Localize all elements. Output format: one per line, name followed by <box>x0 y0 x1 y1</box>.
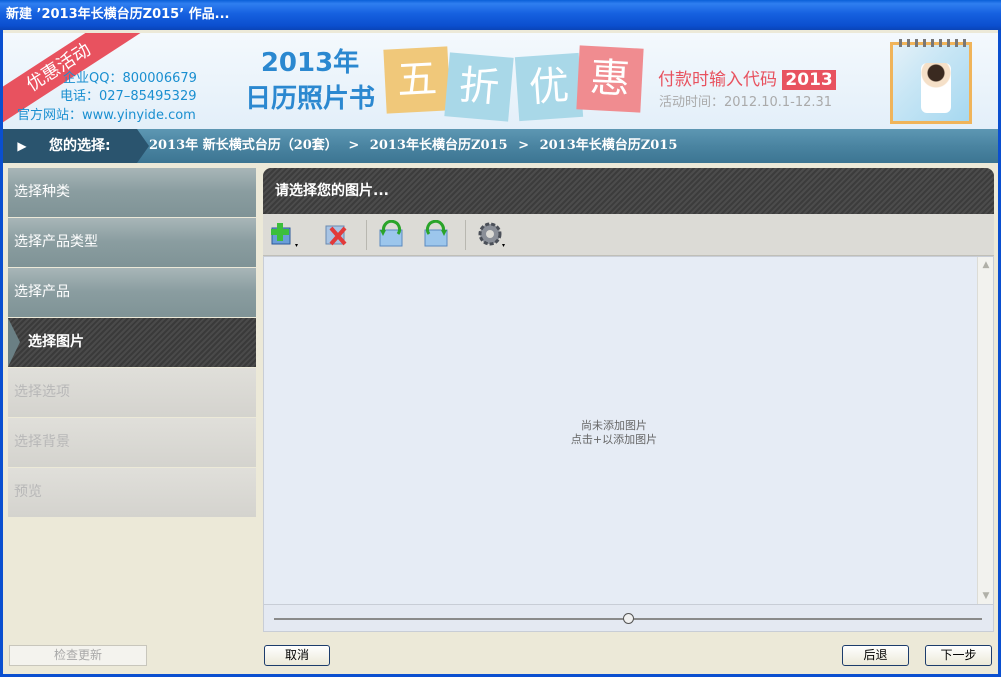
image-drop-area[interactable]: 尚未添加图片 点击+以添加图片 ▲ ▼ <box>263 256 994 605</box>
calendar-photo <box>921 63 951 113</box>
rotate-left-icon[interactable] <box>375 219 407 250</box>
promo-period: 活动时间：2012.10.1-12.31 <box>659 95 833 110</box>
step-preview: 预览 <box>8 468 256 517</box>
promo-code-label: 付款时输入代码 <box>658 70 777 90</box>
zoom-handle[interactable] <box>623 613 634 624</box>
scroll-up-icon[interactable]: ▲ <box>979 258 993 272</box>
window-title: 新建 ’2013年长横台历Z015’ 作品... <box>0 0 1001 30</box>
calendar-rings <box>899 39 969 47</box>
contact-phone: 电话：027–85495329 <box>60 89 197 104</box>
calendar-thumbnail <box>890 39 972 124</box>
breadcrumb-label: 您的选择: <box>41 129 149 163</box>
cancel-button[interactable]: 取消 <box>264 645 330 666</box>
breadcrumb-path: 2013年 新长横式台历（20套） > 2013年长横台历Z015 > 2013… <box>149 129 683 163</box>
image-panel: 请选择您的图片... 尚未添加图片 点击+以添加图片 ▲ ▼ <box>263 168 994 632</box>
promo-char-3: 优 <box>514 52 584 122</box>
image-toolbar <box>263 214 994 256</box>
step-select-options: 选择选项 <box>8 368 256 417</box>
step-list: 选择种类 选择产品类型 选择产品 选择图片 选择选项 选择背景 预览 <box>8 168 256 518</box>
step-select-background: 选择背景 <box>8 418 256 467</box>
promo-banner: 优惠活动 企业QQ：800006679 电话：027–85495329 官方网站… <box>3 33 998 129</box>
back-button[interactable]: 后退 <box>842 645 909 666</box>
breadcrumb-separator: > <box>348 138 360 153</box>
breadcrumb-item: 2013年长横台历Z015 <box>539 138 678 153</box>
check-update-button[interactable]: 检查更新 <box>9 645 147 666</box>
vertical-scrollbar[interactable]: ▲ ▼ <box>977 257 993 604</box>
rotate-right-icon[interactable] <box>420 219 452 250</box>
settings-gear-icon[interactable] <box>475 220 507 250</box>
step-select-product-type[interactable]: 选择产品类型 <box>8 218 256 267</box>
zoom-slider[interactable] <box>263 605 994 632</box>
toolbar-separator <box>465 220 466 250</box>
breadcrumb-separator: > <box>518 138 530 153</box>
step-select-product[interactable]: 选择产品 <box>8 268 256 317</box>
breadcrumb: ▶ 您的选择: 2013年 新长横式台历（20套） > 2013年长横台历Z01… <box>3 129 998 163</box>
promo-code-line: 付款时输入代码 2013 <box>658 65 836 90</box>
add-image-icon[interactable] <box>269 220 301 250</box>
remove-image-icon[interactable] <box>321 220 353 250</box>
promo-title: 2013年 <box>260 48 360 78</box>
scroll-down-icon[interactable]: ▼ <box>979 589 993 603</box>
promo-char-1: 五 <box>383 46 451 114</box>
promo-code-value: 2013 <box>782 70 836 90</box>
promo-char-4: 惠 <box>576 45 644 113</box>
panel-title: 请选择您的图片... <box>263 168 994 214</box>
next-button[interactable]: 下一步 <box>925 645 992 666</box>
step-select-category[interactable]: 选择种类 <box>8 168 256 217</box>
promo-subtitle: 日历照片书 <box>244 84 375 114</box>
breadcrumb-toggle-icon[interactable]: ▶ <box>3 129 41 163</box>
promo-char-2: 折 <box>444 52 514 122</box>
breadcrumb-item: 2013年 新长横式台历（20套） <box>149 138 338 153</box>
empty-hint: 点击+以添加图片 <box>570 433 658 446</box>
step-select-images[interactable]: 选择图片 <box>8 318 256 367</box>
contact-qq: 企业QQ：800006679 <box>63 71 197 86</box>
contact-website: 官方网站：www.yinyide.com <box>17 108 196 123</box>
toolbar-separator <box>366 220 367 250</box>
breadcrumb-item: 2013年长横台历Z015 <box>369 138 508 153</box>
